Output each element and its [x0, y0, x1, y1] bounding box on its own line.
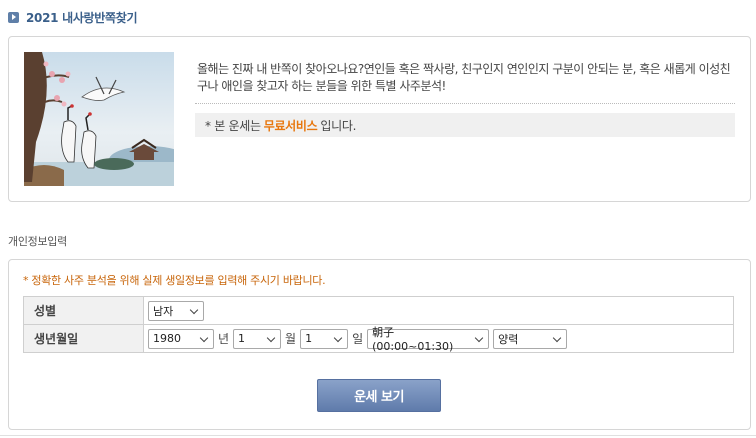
month-unit: 월	[285, 332, 297, 346]
gender-value: 남자	[153, 304, 174, 318]
page-title: 2021 내사랑반쪽찾기	[26, 10, 138, 25]
calendar-value: 양력	[498, 332, 519, 346]
day-value: 1	[305, 332, 313, 345]
birth-label: 생년월일	[23, 324, 144, 353]
chevron-down-icon	[200, 334, 209, 343]
intro-description: 올해는 진짜 내 반쪽이 찾아오나요?연인들 혹은 짝사랑, 친구인지 연인인지…	[197, 62, 731, 93]
gender-label: 성별	[23, 296, 144, 325]
view-fortune-button[interactable]: 운세 보기	[317, 379, 441, 412]
personal-info-form: * 정확한 사주 분석을 위해 실제 생일정보를 입력해 주시기 바랍니다. 성…	[8, 259, 751, 430]
notice-suffix: 입니다.	[320, 118, 357, 133]
month-select[interactable]: 1	[233, 328, 282, 349]
month-value: 1	[238, 332, 246, 345]
chevron-down-icon	[190, 306, 199, 315]
info-table: 성별 남자 생년월일 1980 년 1 월 1 일 朝子(00:00~01:30…	[23, 296, 734, 353]
page-header: 2021 내사랑반쪽찾기	[8, 8, 138, 26]
chevron-down-icon	[553, 334, 562, 343]
chevron-down-icon	[334, 334, 343, 343]
birth-row: 생년월일 1980 년 1 월 1 일 朝子(00:00~01:30) 양력	[23, 324, 734, 353]
form-notice: * 정확한 사주 분석을 위해 실제 생일정보를 입력해 주시기 바랍니다.	[23, 274, 326, 287]
calendar-select[interactable]: 양력	[493, 328, 568, 349]
intro-panel: 올해는 진짜 내 반쪽이 찾아오나요?연인들 혹은 짝사랑, 친구인지 연인인지…	[8, 36, 751, 202]
chevron-down-icon	[267, 334, 276, 343]
chevron-down-icon	[475, 334, 484, 343]
day-unit: 일	[352, 332, 364, 346]
bottom-divider	[0, 435, 756, 436]
time-select[interactable]: 朝子(00:00~01:30)	[367, 326, 490, 353]
year-value: 1980	[153, 332, 181, 345]
notice-highlight: 무료서비스	[263, 118, 318, 133]
notice-prefix: * 본 운세는	[205, 118, 261, 133]
gender-row: 성별 남자	[23, 296, 734, 325]
time-value: 朝子(00:00~01:30)	[372, 326, 454, 353]
free-service-notice: * 본 운세는 무료서비스 입니다.	[195, 113, 735, 137]
day-select[interactable]: 1	[300, 328, 349, 349]
cranes-illustration	[24, 52, 174, 186]
section-title: 개인정보입력	[8, 235, 67, 248]
intro-divider	[195, 103, 735, 104]
gender-select[interactable]: 남자	[148, 300, 204, 321]
year-select[interactable]: 1980	[148, 328, 214, 349]
title-bullet-icon	[8, 11, 19, 23]
year-unit: 년	[218, 332, 230, 346]
